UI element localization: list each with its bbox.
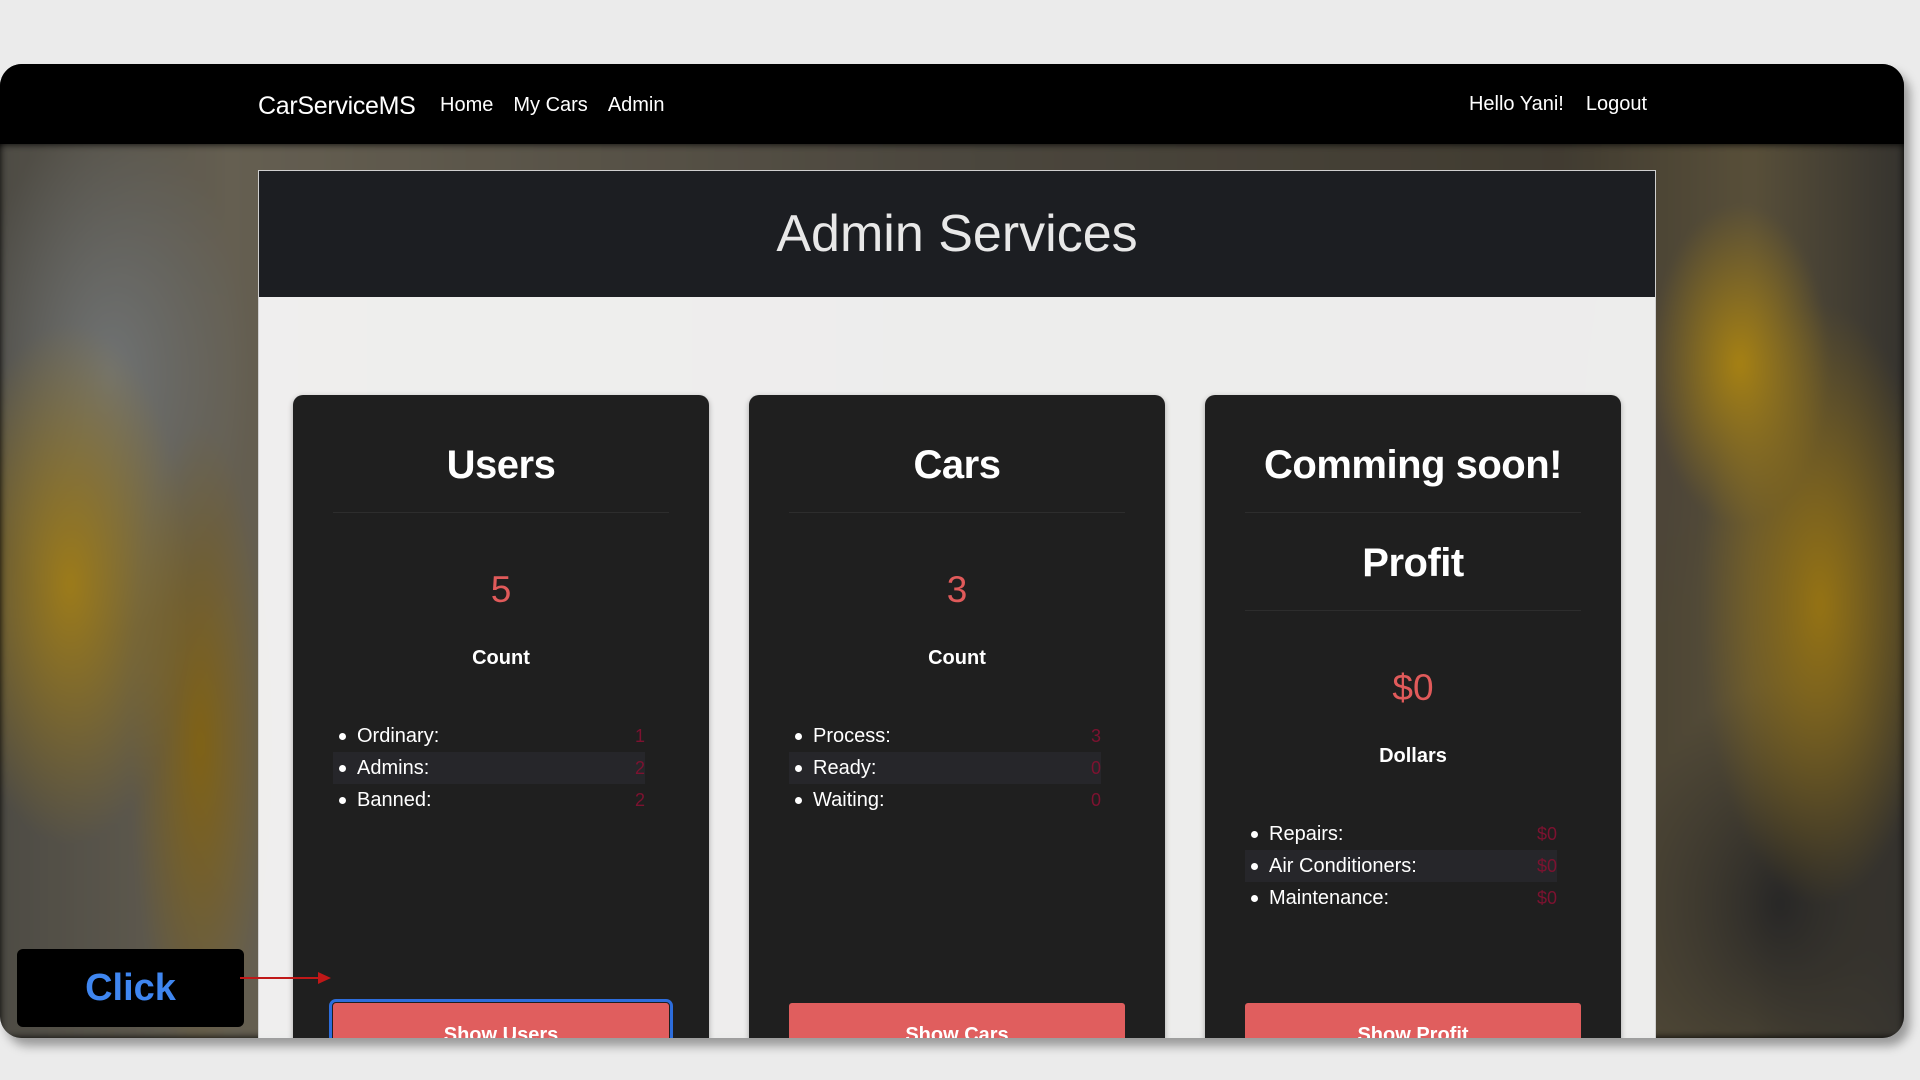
stat-label: Process: <box>813 725 891 747</box>
stat-value: 1 <box>634 726 645 746</box>
profit-card: Comming soon! Profit $0 Dollars Repairs:… <box>1205 395 1621 1038</box>
nav-user-area: Hello Yani! Logout <box>1469 93 1647 116</box>
cars-card: Cars 3 Count Process: 3 Ready: 0 Waiting… <box>749 395 1165 1038</box>
stat-label: Ordinary: <box>357 725 440 747</box>
value-label: Dollars <box>1379 745 1447 767</box>
card-title: Cars <box>913 443 1001 487</box>
nav-link-home[interactable]: Home <box>440 94 493 117</box>
page-title: Admin Services <box>776 205 1138 263</box>
list-item: Maintenance: $0 <box>1245 882 1557 914</box>
show-profit-button[interactable]: Show Profit <box>1245 1003 1581 1038</box>
list-item: Process: 3 <box>789 720 1101 752</box>
stat-value: 2 <box>634 790 645 810</box>
card-title: Comming soon! <box>1264 443 1562 487</box>
navbar: CarServiceMS Home My Cars Admin Hello Ya… <box>0 64 1904 144</box>
users-stats-list: Ordinary: 1 Admins: 2 Banned: 2 <box>333 720 645 816</box>
stat-label: Banned: <box>357 789 432 811</box>
divider <box>789 512 1125 513</box>
arrow-right-icon <box>240 972 331 984</box>
divider <box>1245 512 1581 513</box>
list-item: Air Conditioners: $0 <box>1245 850 1557 882</box>
cars-count-value: 3 <box>946 569 968 610</box>
list-item: Repairs: $0 <box>1245 818 1557 850</box>
show-users-button[interactable]: Show Users <box>329 999 673 1038</box>
browser-viewport: CarServiceMS Home My Cars Admin Hello Ya… <box>0 64 1904 1038</box>
panel-header: Admin Services <box>259 171 1655 297</box>
stat-label: Waiting: <box>813 789 885 811</box>
stat-label: Admins: <box>357 757 430 779</box>
stat-value: $0 <box>1536 856 1557 876</box>
users-card: Users 5 Count Ordinary: 1 Admins: 2 Bann… <box>293 395 709 1038</box>
list-item: Ready: 0 <box>789 752 1101 784</box>
list-item: Ordinary: 1 <box>333 720 645 752</box>
stat-label: Air Conditioners: <box>1269 855 1417 877</box>
nav-links: Home My Cars Admin <box>440 94 665 117</box>
stat-value: 0 <box>1090 758 1101 778</box>
card-subtitle: Profit <box>1362 541 1464 585</box>
value-label: Count <box>928 647 986 669</box>
stat-value: 0 <box>1090 790 1101 810</box>
divider <box>1245 610 1581 611</box>
show-cars-button[interactable]: Show Cars <box>789 1003 1125 1038</box>
nav-link-admin[interactable]: Admin <box>608 94 665 117</box>
profit-value: $0 <box>1392 667 1434 708</box>
profit-stats-list: Repairs: $0 Air Conditioners: $0 Mainten… <box>1245 818 1557 914</box>
stat-label: Ready: <box>813 757 877 779</box>
value-label: Count <box>472 647 530 669</box>
brand-link[interactable]: CarServiceMS <box>258 92 416 121</box>
stat-value: 3 <box>1090 726 1101 746</box>
click-annotation: Click <box>17 949 244 1027</box>
stat-label: Repairs: <box>1269 823 1344 845</box>
list-item: Waiting: 0 <box>789 784 1101 816</box>
card-title: Users <box>446 443 556 487</box>
stat-label: Maintenance: <box>1269 887 1390 909</box>
user-greeting[interactable]: Hello Yani! <box>1469 93 1564 116</box>
stat-value: $0 <box>1536 824 1557 844</box>
users-count-value: 5 <box>490 569 512 610</box>
list-item: Banned: 2 <box>333 784 645 816</box>
divider <box>333 512 669 513</box>
list-item: Admins: 2 <box>333 752 645 784</box>
stat-value: 2 <box>634 758 645 778</box>
nav-link-my-cars[interactable]: My Cars <box>513 94 587 117</box>
logout-link[interactable]: Logout <box>1586 93 1647 116</box>
admin-panel: Admin Services Users 5 Count Ordinary: 1… <box>258 170 1656 1038</box>
cars-stats-list: Process: 3 Ready: 0 Waiting: 0 <box>789 720 1101 816</box>
stat-value: $0 <box>1536 888 1557 908</box>
